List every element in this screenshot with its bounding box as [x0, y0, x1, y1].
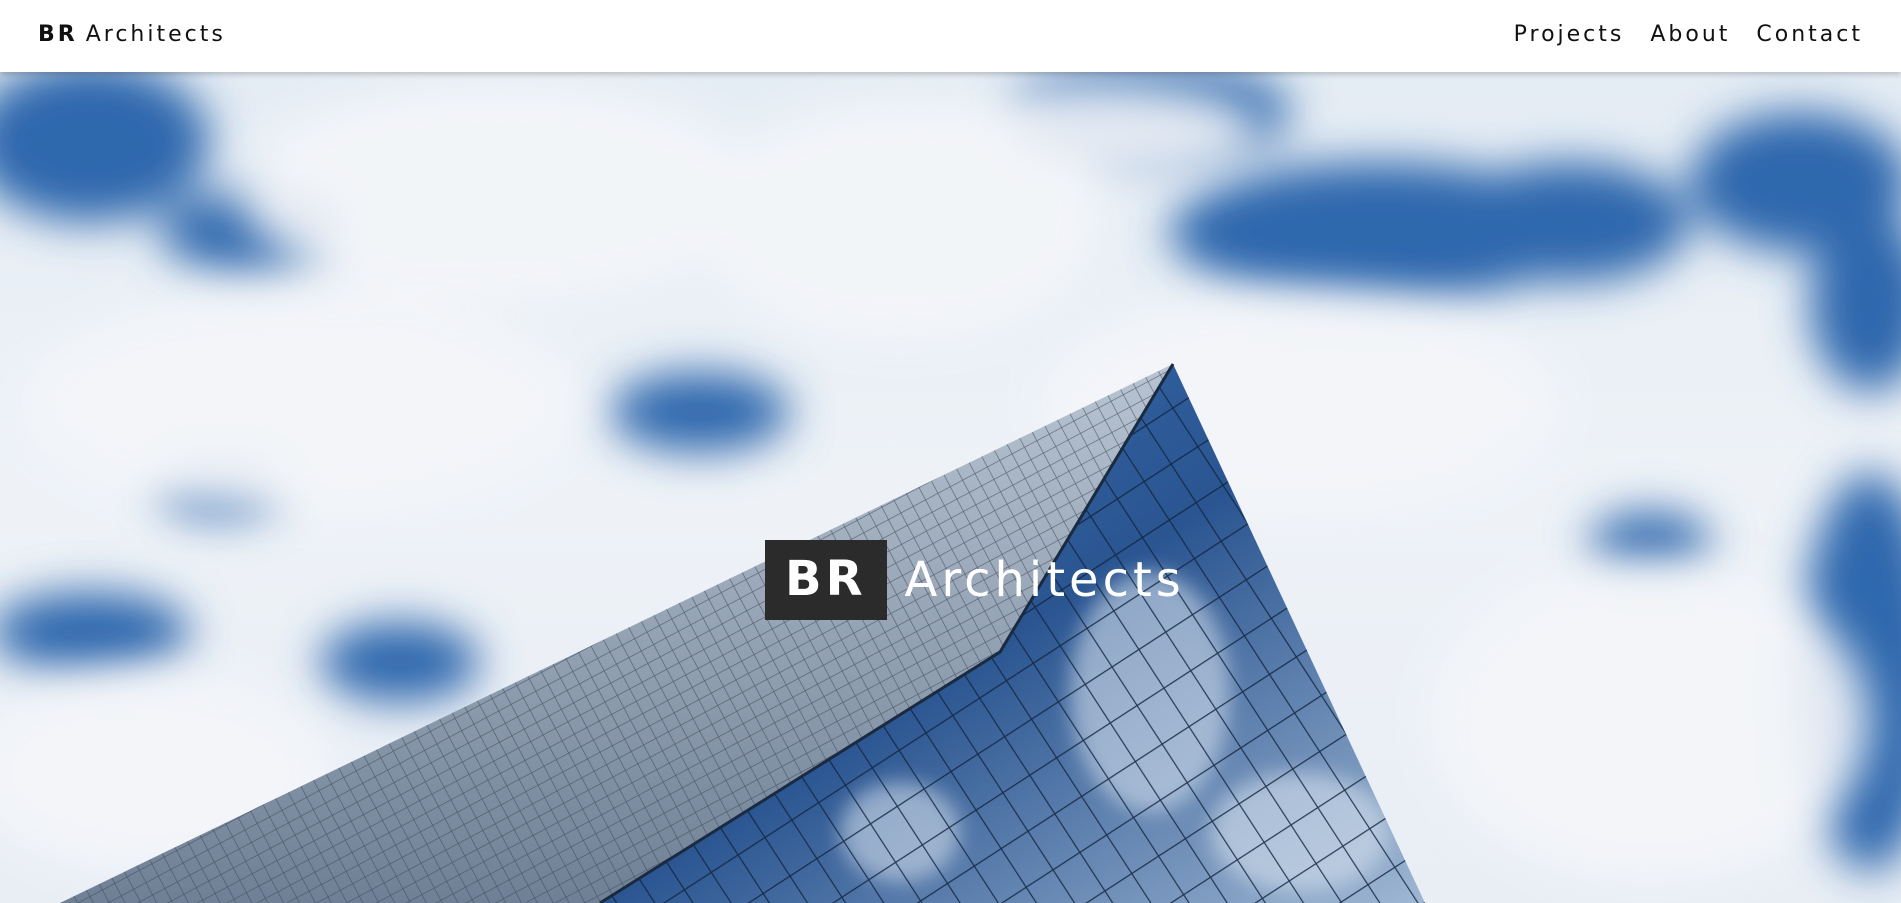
hero-section: BR Architects [0, 72, 1901, 903]
hero-background-image [0, 72, 1901, 903]
hero-title-text: Architects [904, 552, 1185, 608]
page: BR Architects Projects About Contact BR … [0, 0, 1901, 903]
nav-link-contact[interactable]: Contact [1756, 22, 1863, 47]
brand-logo-bold: BR [38, 22, 78, 47]
nav-link-projects[interactable]: Projects [1514, 22, 1625, 47]
top-navbar: BR Architects Projects About Contact [0, 0, 1901, 72]
nav-link-about[interactable]: About [1650, 22, 1730, 47]
brand-logo-text: Architects [85, 22, 226, 47]
brand-logo-link[interactable]: BR Architects [38, 22, 226, 47]
main-nav: Projects About Contact [1514, 22, 1863, 47]
hero-title: BR Architects [765, 540, 1185, 620]
hero-title-badge: BR [765, 540, 887, 620]
